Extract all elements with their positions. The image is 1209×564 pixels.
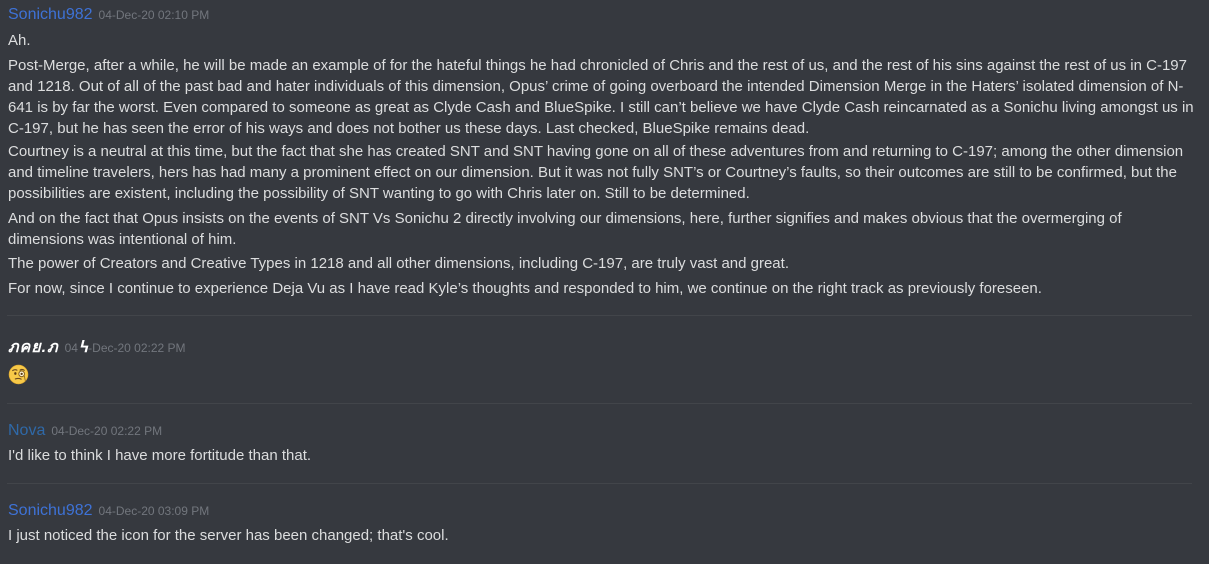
message-header: ภคย.ภ߆04-Dec-20 02:22 PM [8, 335, 186, 360]
message-header: Nova 04-Dec-20 02:22 PM [8, 422, 162, 440]
message-text: Post-Merge, after a while, he will be ma… [8, 57, 1194, 137]
message-divider [7, 315, 1192, 316]
author-name[interactable]: Sonichu982 [8, 502, 93, 519]
message-divider [7, 483, 1192, 484]
message-header: Sonichu982 04-Dec-20 03:09 PM [8, 502, 209, 520]
message-text: And on the fact that Opus insists on the… [8, 210, 1122, 248]
author-name[interactable]: Nova [8, 422, 45, 439]
author-name[interactable]: Sonichu982 [8, 6, 93, 23]
chat-log: Sonichu982 04-Dec-20 02:10 PM Ah. Post-Me… [0, 0, 1209, 564]
message-text: Ah. [8, 32, 31, 49]
message-text: Courtney is a neutral at this time, but … [8, 143, 1184, 202]
message-text: For now, since I continue to experience … [8, 280, 1042, 297]
message-timestamp: 04-Dec-20 03:09 PM [98, 504, 210, 518]
message-header: Sonichu982 04-Dec-20 02:10 PM [8, 6, 209, 24]
message-text: The power of Creators and Creative Types… [8, 255, 789, 272]
message-text: I just noticed the icon for the server h… [8, 527, 449, 544]
face-with-monocle-icon[interactable] [8, 364, 29, 385]
message-text: I'd like to think I have more fortitude … [8, 447, 312, 464]
message-divider [7, 403, 1192, 404]
message-timestamp: 04-Dec-20 02:22 PM [51, 424, 163, 438]
message-timestamp: 04-Dec-20 02:10 PM [98, 8, 210, 22]
